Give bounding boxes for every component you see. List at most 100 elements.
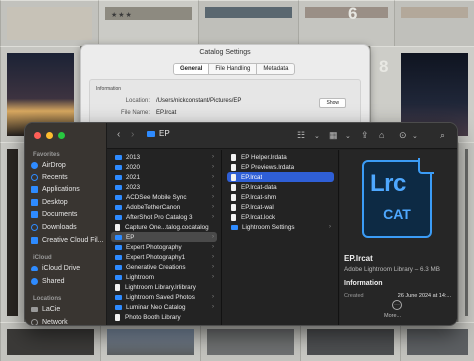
list-item[interactable]: Photo Booth Library (111, 312, 217, 322)
chevron-right-icon: › (212, 234, 214, 240)
list-item[interactable]: EP.lrcat-shm (227, 192, 334, 202)
list-item[interactable]: AfterShot Pro Catalog 3 › (111, 212, 217, 222)
chevron-down-icon[interactable]: ⌄ (314, 131, 320, 143)
list-item[interactable]: 2020 › (111, 162, 217, 172)
more-button[interactable]: More... (384, 313, 401, 319)
grid-cell[interactable] (0, 0, 98, 46)
sidebar-item-shared[interactable]: Shared (31, 275, 104, 287)
search-icon[interactable]: ⌕ (440, 129, 445, 141)
folder-name: EP (159, 129, 170, 138)
list-item[interactable]: EP › (111, 232, 217, 242)
tag-icon[interactable]: ⌂ (379, 129, 384, 141)
more-actions-icon[interactable]: ⊙ (399, 129, 407, 141)
sidebar-item-network[interactable]: Network (31, 316, 104, 325)
list-item[interactable]: Lightroom › (111, 272, 217, 282)
file-icon (231, 213, 236, 221)
grid-cell[interactable] (298, 0, 394, 46)
minimize-window-button[interactable] (46, 132, 53, 139)
grid-cell[interactable] (400, 322, 474, 361)
folder-icon (115, 304, 122, 310)
list-item[interactable]: 2013 › (111, 152, 217, 162)
created-label: Created (344, 293, 364, 299)
grid-cell[interactable]: ★★★ (98, 0, 198, 46)
show-button[interactable]: Show (319, 98, 346, 108)
chevron-right-icon: › (212, 214, 214, 220)
item-label: Capture One...talog.cocatalog (125, 223, 209, 231)
folder-icon (147, 130, 155, 137)
grid-cell[interactable] (200, 322, 300, 361)
list-item-selected[interactable]: EP.lrcat (227, 172, 334, 182)
list-item[interactable]: Lightroom Library.lrlibrary (111, 282, 217, 292)
sidebar-item-icloud-drive[interactable]: iCloud Drive (31, 262, 104, 274)
chevron-down-icon[interactable]: ⌄ (345, 131, 351, 143)
sidebar-item-lacie[interactable]: LaCie (31, 303, 104, 315)
item-label: EP Previews.lrdata (241, 163, 295, 171)
grid-cell[interactable] (300, 322, 400, 361)
item-label: 2020 (126, 163, 141, 171)
list-item[interactable]: EP.lrcat.lock (227, 212, 334, 222)
share-icon[interactable]: ⇪ (361, 129, 369, 141)
item-label: ACDSee Mobile Sync (126, 193, 187, 201)
sidebar-item-airdrop[interactable]: AirDrop (31, 159, 104, 171)
list-item[interactable]: 2021 › (111, 172, 217, 182)
list-item[interactable]: Generative Creations › (111, 262, 217, 272)
list-item[interactable]: ACDSee Mobile Sync › (111, 192, 217, 202)
tab-metadata[interactable]: Metadata (257, 64, 294, 74)
item-label: EP (126, 233, 135, 241)
folder-icon (231, 224, 238, 230)
disk-icon (31, 306, 38, 312)
list-item[interactable]: Expert Photography › (111, 242, 217, 252)
grid-cell[interactable] (0, 322, 100, 361)
sidebar-item-desktop[interactable]: Desktop (31, 196, 104, 208)
list-item[interactable]: Luminar Neo Catalog › (111, 302, 217, 312)
zoom-window-button[interactable] (58, 132, 65, 139)
sidebar-item-documents[interactable]: Documents (31, 208, 104, 220)
folder-icon (115, 234, 122, 240)
list-item[interactable]: EP Helper.lrdata (227, 152, 334, 162)
grid-cell[interactable] (0, 142, 24, 322)
grid-cell[interactable] (100, 322, 200, 361)
airdrop-icon (31, 161, 38, 169)
tab-general[interactable]: General (174, 64, 210, 74)
item-label: EP.lrcat (241, 173, 263, 181)
lrcat-file-icon: Lrc CAT (362, 158, 434, 238)
sidebar-item-downloads[interactable]: Downloads (31, 221, 104, 233)
file-icon (231, 173, 236, 181)
chevron-right-icon: › (212, 254, 214, 260)
sidebar-item-applications[interactable]: Applications (31, 183, 104, 195)
list-item[interactable]: EP.lrcat-wal (227, 202, 334, 212)
more-icon[interactable]: ··· (392, 300, 402, 310)
sidebar-item-label: Desktop (42, 198, 68, 206)
list-item[interactable]: Lightroom Saved Photos › (111, 292, 217, 302)
list-item[interactable]: AdobeTetherCanon › (111, 202, 217, 212)
file-name-value: EP.lrcat (156, 110, 177, 116)
preview-kind: Adobe Lightroom Library – 6.3 MB (344, 266, 440, 273)
forward-icon[interactable]: › (131, 129, 134, 141)
grid-cell[interactable] (198, 0, 298, 46)
grid-cell[interactable] (394, 0, 474, 46)
list-item[interactable]: Capture One...talog.cocatalog (111, 222, 217, 232)
list-item[interactable]: Lightroom Settings › (227, 222, 334, 232)
list-item[interactable]: EP.lrcat-data (227, 182, 334, 192)
list-item[interactable]: EP Previews.lrdata (227, 162, 334, 172)
finder-column-2: EP Helper.lrdata EP Previews.lrdata EP.l… (223, 150, 339, 325)
sidebar-item-label: AirDrop (42, 161, 66, 169)
item-label: 2013 (126, 153, 141, 161)
close-window-button[interactable] (34, 132, 41, 139)
file-icon (115, 313, 120, 321)
sidebar-item-recents[interactable]: Recents (31, 171, 104, 183)
tab-file-handling[interactable]: File Handling (209, 64, 258, 74)
list-item[interactable]: Expert Photography1 › (111, 252, 217, 262)
rating-stars: ★★★ (111, 12, 133, 19)
group-icon[interactable]: ▦ (329, 129, 338, 141)
list-item[interactable]: 2023 › (111, 182, 217, 192)
column-view-icon[interactable]: ☷ (297, 129, 305, 141)
back-icon[interactable]: ‹ (117, 129, 120, 141)
chevron-right-icon: › (212, 174, 214, 180)
sidebar-item-label: Recents (42, 173, 68, 181)
chevron-down-icon[interactable]: ⌄ (412, 131, 418, 143)
lrc-icon-text: Lrc (370, 170, 406, 197)
grid-cell[interactable] (458, 142, 474, 322)
sidebar-item-creative-cloud[interactable]: Creative Cloud Fil... (31, 234, 104, 246)
item-label: EP Helper.lrdata (241, 153, 287, 161)
